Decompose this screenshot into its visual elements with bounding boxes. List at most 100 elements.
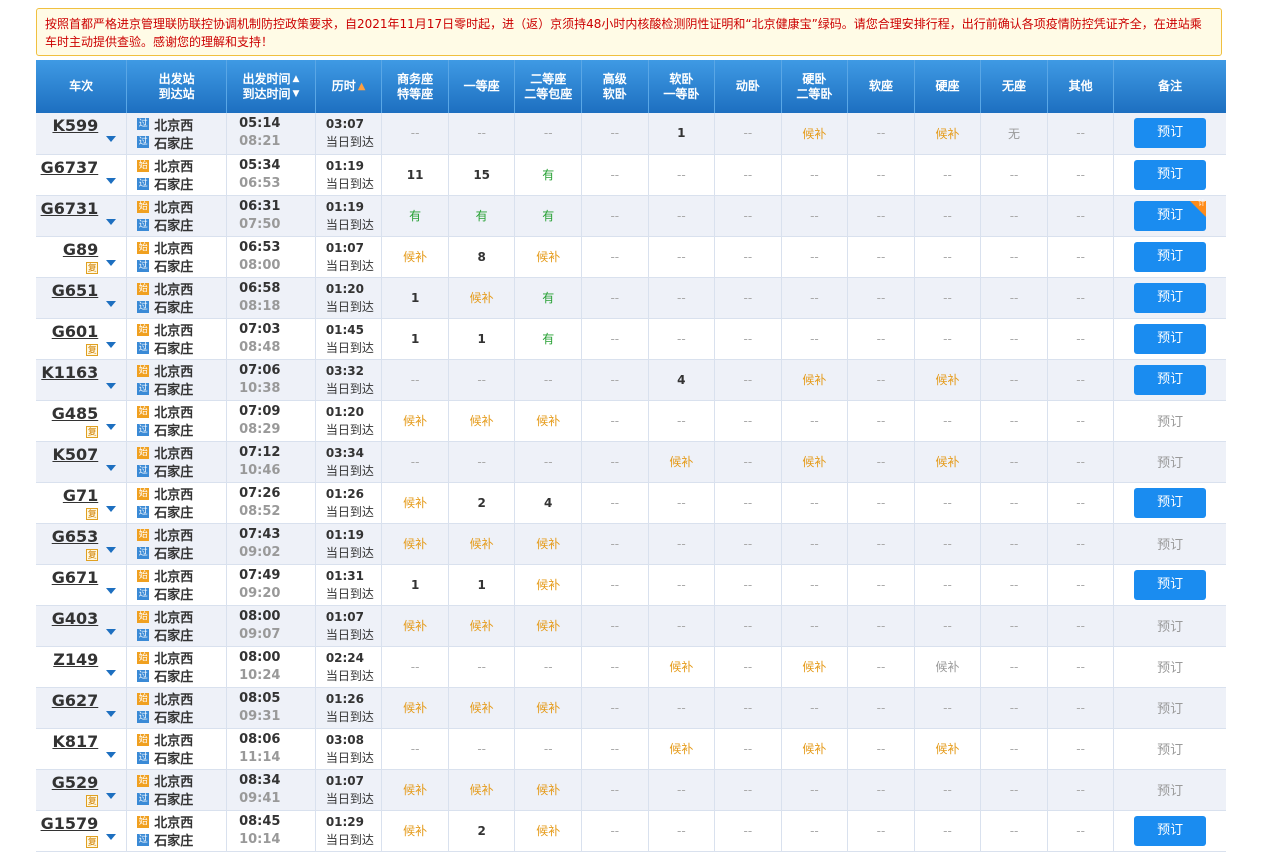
- to-station[interactable]: 石家庄: [154, 215, 193, 234]
- to-station[interactable]: 石家庄: [154, 748, 193, 767]
- seat-availability[interactable]: 候补: [403, 414, 427, 428]
- train-number-link[interactable]: G1579: [41, 814, 99, 833]
- from-station[interactable]: 北京西: [154, 361, 193, 380]
- seat-hard-seat[interactable]: 候补: [914, 113, 982, 155]
- seat-availability[interactable]: 11: [407, 168, 424, 182]
- seat-second[interactable]: 有: [514, 195, 582, 237]
- book-button[interactable]: 预订: [1134, 323, 1207, 354]
- seat-availability[interactable]: 1: [411, 291, 419, 305]
- from-station[interactable]: 北京西: [154, 279, 193, 298]
- seat-soft-sleeper[interactable]: 候补: [648, 646, 716, 688]
- seat-availability[interactable]: 候补: [536, 619, 560, 633]
- from-station[interactable]: 北京西: [154, 402, 193, 421]
- from-station[interactable]: 北京西: [154, 730, 193, 749]
- to-station[interactable]: 石家庄: [154, 297, 193, 316]
- chevron-down-icon[interactable]: [106, 177, 117, 184]
- seat-availability[interactable]: 候补: [470, 783, 494, 797]
- chevron-down-icon[interactable]: [106, 546, 117, 553]
- seat-second[interactable]: 候补: [514, 810, 582, 852]
- seat-business[interactable]: 1: [381, 564, 449, 606]
- seat-availability[interactable]: 4: [677, 373, 685, 387]
- seat-second[interactable]: 候补: [514, 236, 582, 278]
- chevron-down-icon[interactable]: [106, 218, 117, 225]
- book-button[interactable]: 预订: [1134, 364, 1207, 395]
- seat-availability[interactable]: 1: [677, 126, 685, 140]
- seat-second[interactable]: 有: [514, 154, 582, 196]
- seat-second[interactable]: 候补: [514, 605, 582, 647]
- to-station[interactable]: 石家庄: [154, 584, 193, 603]
- seat-availability[interactable]: 1: [478, 332, 486, 346]
- sort-down-icon[interactable]: ▼: [292, 89, 299, 98]
- to-station[interactable]: 石家庄: [154, 707, 193, 726]
- seat-availability[interactable]: 候补: [403, 537, 427, 551]
- seat-second[interactable]: 有: [514, 318, 582, 360]
- chevron-down-icon[interactable]: [106, 669, 117, 676]
- sort-up-icon[interactable]: ▲: [292, 74, 299, 83]
- seat-first[interactable]: 候补: [448, 277, 516, 319]
- from-station[interactable]: 北京西: [154, 115, 193, 134]
- seat-first[interactable]: 1: [448, 564, 516, 606]
- seat-availability[interactable]: 2: [478, 824, 486, 838]
- seat-soft-sleeper[interactable]: 候补: [648, 441, 716, 483]
- seat-availability[interactable]: 候补: [536, 414, 560, 428]
- seat-availability[interactable]: 候补: [802, 373, 826, 387]
- book-button[interactable]: 预订: [1134, 487, 1207, 518]
- to-station[interactable]: 石家庄: [154, 625, 193, 644]
- to-station[interactable]: 石家庄: [154, 543, 193, 562]
- seat-availability[interactable]: 候补: [470, 414, 494, 428]
- from-station[interactable]: 北京西: [154, 156, 193, 175]
- seat-availability[interactable]: 4: [544, 496, 552, 510]
- seat-availability[interactable]: 候补: [802, 455, 826, 469]
- train-number-link[interactable]: K599: [52, 116, 98, 135]
- book-button[interactable]: 预订: [1134, 569, 1207, 600]
- to-station[interactable]: 石家庄: [154, 789, 193, 808]
- from-station[interactable]: 北京西: [154, 648, 193, 667]
- seat-availability[interactable]: 候补: [936, 127, 960, 141]
- seat-availability[interactable]: 15: [473, 168, 490, 182]
- seat-first[interactable]: 候补: [448, 687, 516, 729]
- to-station[interactable]: 石家庄: [154, 502, 193, 521]
- seat-business[interactable]: 1: [381, 318, 449, 360]
- seat-availability[interactable]: 有: [542, 291, 554, 305]
- train-number-link[interactable]: G651: [52, 281, 99, 300]
- to-station[interactable]: 石家庄: [154, 461, 193, 480]
- seat-availability[interactable]: 候补: [536, 578, 560, 592]
- from-station[interactable]: 北京西: [154, 320, 193, 339]
- seat-first[interactable]: 候补: [448, 605, 516, 647]
- seat-availability[interactable]: 候补: [403, 250, 427, 264]
- seat-business[interactable]: 候补: [381, 687, 449, 729]
- chevron-down-icon[interactable]: [106, 136, 117, 142]
- chevron-down-icon[interactable]: [106, 341, 117, 348]
- train-number-link[interactable]: G403: [52, 609, 99, 628]
- seat-availability[interactable]: 候补: [403, 701, 427, 715]
- chevron-down-icon[interactable]: [106, 710, 117, 717]
- seat-availability[interactable]: 候补: [802, 742, 826, 756]
- seat-business[interactable]: 11: [381, 154, 449, 196]
- seat-availability[interactable]: 有: [542, 332, 554, 346]
- to-station[interactable]: 石家庄: [154, 174, 193, 193]
- seat-availability[interactable]: 有: [476, 209, 488, 223]
- seat-business[interactable]: 候补: [381, 605, 449, 647]
- train-number-link[interactable]: G89: [63, 240, 98, 259]
- seat-business[interactable]: 候补: [381, 400, 449, 442]
- seat-hard-seat[interactable]: 候补: [914, 359, 982, 401]
- from-station[interactable]: 北京西: [154, 607, 193, 626]
- chevron-down-icon[interactable]: [106, 423, 117, 430]
- seat-first[interactable]: 候补: [448, 769, 516, 811]
- seat-second[interactable]: 候补: [514, 687, 582, 729]
- from-station[interactable]: 北京西: [154, 525, 193, 544]
- seat-business[interactable]: 候补: [381, 523, 449, 565]
- seat-hard-sleeper[interactable]: 候补: [781, 441, 849, 483]
- train-number-link[interactable]: G601: [52, 322, 99, 341]
- seat-availability[interactable]: 候补: [802, 127, 826, 141]
- from-station[interactable]: 北京西: [154, 197, 193, 216]
- seat-availability[interactable]: 候补: [403, 619, 427, 633]
- from-station[interactable]: 北京西: [154, 689, 193, 708]
- seat-availability[interactable]: 候补: [936, 742, 960, 756]
- seat-second[interactable]: 候补: [514, 769, 582, 811]
- from-station[interactable]: 北京西: [154, 566, 193, 585]
- chevron-down-icon[interactable]: [106, 628, 117, 635]
- seat-availability[interactable]: 候补: [669, 455, 693, 469]
- to-station[interactable]: 石家庄: [154, 256, 193, 275]
- seat-first[interactable]: 1: [448, 318, 516, 360]
